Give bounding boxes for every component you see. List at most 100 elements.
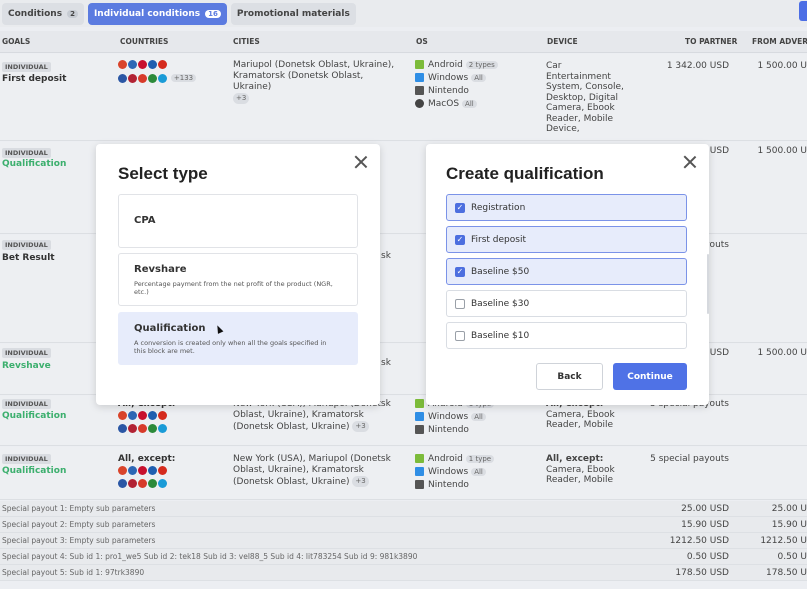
goal-name: Qualification: [2, 411, 67, 421]
type-option-revshare[interactable]: Revshare Percentage payment from the net…: [118, 253, 358, 306]
individual-badge: INDIVIDUAL: [2, 454, 51, 464]
flag-icon: [128, 411, 137, 420]
flag-icon: [138, 411, 147, 420]
type-option-qualification[interactable]: Qualification A conversion is created on…: [118, 312, 358, 365]
continue-button[interactable]: Continue: [613, 363, 687, 390]
checkbox-icon: ✓: [455, 234, 465, 245]
to-partner-value: 0.50 USD: [686, 552, 729, 562]
special-payout-row: Special payout 2: Empty sub parameters 1…: [0, 517, 807, 533]
checkbox-icon: ✓: [455, 202, 465, 213]
more-cities-badge[interactable]: +3: [352, 421, 369, 432]
add-button[interactable]: [799, 1, 807, 21]
os-name: Nintendo: [428, 480, 469, 490]
device-text: Camera, Ebook Reader, Mobile: [546, 464, 615, 486]
cities-cell: Mariupol (Donetsk Oblast, Ukraine), Kram…: [233, 60, 403, 105]
table-row[interactable]: INDIVIDUAL First deposit +133 Mariupol (…: [0, 54, 807, 141]
flag-icon: [158, 479, 167, 488]
device-text: Camera, Ebook Reader, Mobile: [546, 409, 615, 431]
flag-icon: [118, 411, 127, 420]
os-name: Android: [428, 454, 463, 464]
checkbox-registration[interactable]: ✓ Registration: [446, 194, 687, 221]
checkbox-label: Registration: [471, 202, 526, 213]
more-cities-badge[interactable]: +3: [233, 93, 250, 104]
to-partner-value: 15.90 USD: [681, 520, 729, 530]
individual-badge: INDIVIDUAL: [2, 148, 51, 158]
individual-badge: INDIVIDUAL: [2, 240, 51, 250]
flag-icon: [118, 466, 127, 475]
close-icon[interactable]: [354, 155, 368, 169]
flag-icon: [158, 424, 167, 433]
cities-cell: New York (USA), Mariupol (Donetsk Oblast…: [233, 454, 403, 488]
to-partner-value: 25.00 USD: [681, 504, 729, 514]
payout-text: Special payout 4: Sub id 1: pro1_we5 Sub…: [2, 552, 418, 561]
checkbox-baseline-10[interactable]: Baseline $10: [446, 322, 687, 349]
flag-icon: [128, 424, 137, 433]
flag-icon: [158, 60, 167, 69]
close-icon[interactable]: [683, 155, 697, 169]
os-cell: Android 2 types Windows All Nintendo MacOS…: [415, 59, 535, 111]
checkbox-baseline-30[interactable]: Baseline $30: [446, 290, 687, 317]
os-item: Android1 type: [415, 453, 535, 466]
goal-name: Revshave: [2, 361, 51, 371]
os-item: Nintendo: [415, 85, 535, 98]
os-item: Windows All: [415, 411, 535, 424]
flag-icon: [128, 479, 137, 488]
flag-icon: [158, 466, 167, 475]
flag-icon: [148, 411, 157, 420]
flag-icon: [118, 60, 127, 69]
type-option-cpa[interactable]: CPA: [118, 194, 358, 248]
payout-text: Special payout 5: Sub id 1: 97trk3890: [2, 568, 145, 577]
flag-icon: [128, 60, 137, 69]
tab-conditions[interactable]: Conditions 2: [2, 2, 84, 25]
from-advertiser-value: 1 500.00 U: [757, 146, 807, 156]
cities-text: sk: [381, 358, 391, 368]
goal-name: Bet Result: [2, 253, 55, 263]
checkbox-icon: [455, 330, 465, 341]
more-countries-badge[interactable]: +133: [170, 74, 197, 82]
payout-text: Special payout 3: Empty sub parameters: [2, 536, 156, 545]
flag-icon: [148, 466, 157, 475]
tab-individual-conditions[interactable]: Individual conditions 16: [87, 2, 227, 25]
column-header: CITIES: [233, 37, 260, 46]
from-advertiser-value: 178.50 U: [766, 568, 807, 578]
os-tag: All: [462, 100, 477, 108]
special-payout-row: Special payout 1: Empty sub parameters 2…: [0, 501, 807, 517]
count-badge: 2: [67, 9, 78, 18]
checkbox-first-deposit[interactable]: ✓ First deposit: [446, 226, 687, 253]
option-label: Qualification: [134, 323, 206, 334]
modal-title: Select type: [118, 164, 208, 183]
from-advertiser-value: 1 500.00 U: [757, 348, 807, 358]
flag-icon: [138, 60, 147, 69]
table-header: GOALS COUNTRIES CITIES OS DEVICE TO PART…: [0, 31, 807, 53]
from-advertiser-value: 0.50 U: [777, 552, 807, 562]
flag-icon: [118, 424, 127, 433]
os-name: Windows: [428, 412, 469, 422]
create-qualification-modal: Create qualification ✓ Registration ✓ Fi…: [426, 144, 709, 405]
device-cell: All, except: Camera, Ebook Reader, Mobil…: [546, 454, 626, 486]
tab-promotional-materials[interactable]: Promotional materials: [230, 2, 356, 25]
flag-icon: [158, 74, 167, 83]
android-icon: [415, 60, 424, 69]
more-cities-badge[interactable]: +3: [352, 476, 369, 487]
tab-bar: Conditions 2 Individual conditions 16 Pr…: [0, 0, 807, 27]
back-button[interactable]: Back: [536, 363, 603, 390]
os-tag: All: [471, 413, 486, 421]
to-partner-value: 1 342.00 USD: [666, 61, 729, 71]
payout-text: Special payout 2: Empty sub parameters: [2, 520, 156, 529]
column-header: FROM ADVERTI: [752, 37, 807, 46]
country-flags: [118, 465, 228, 491]
flag-icon: [128, 466, 137, 475]
os-cell: Android1 type WindowsAll Nintendo: [415, 453, 535, 492]
os-item: Nintendo: [415, 424, 535, 437]
checkbox-baseline-50[interactable]: ✓ Baseline $50: [446, 258, 687, 285]
payout-text: Special payout 1: Empty sub parameters: [2, 504, 156, 513]
flag-icon: [158, 411, 167, 420]
flag-icon: [138, 74, 147, 83]
table-row[interactable]: INDIVIDUAL Qualification All, except: Ne…: [0, 447, 807, 500]
scrollbar[interactable]: [707, 254, 709, 314]
country-flags: +133: [118, 59, 228, 86]
tab-label: Conditions: [8, 8, 63, 19]
goal-name: Qualification: [2, 466, 67, 476]
special-payout-row: Special payout 3: Empty sub parameters 1…: [0, 533, 807, 549]
flag-icon: [118, 479, 127, 488]
